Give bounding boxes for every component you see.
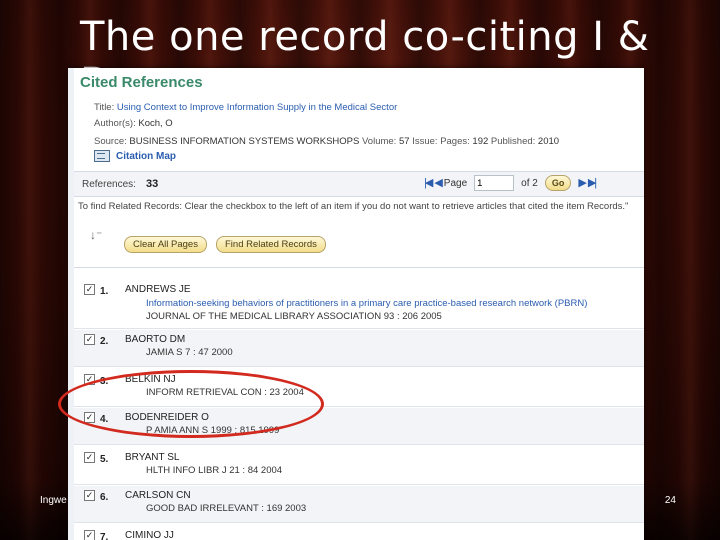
published-label: Published: [490, 136, 536, 147]
authors-value: Koch, O [138, 118, 173, 129]
reference-checkbox[interactable]: ✓ [84, 452, 95, 463]
cited-references-screenshot: Cited References Title: Using Context to… [68, 68, 644, 540]
reference-checkbox[interactable]: ✓ [84, 284, 95, 295]
slide-page-number: 24 [664, 495, 676, 506]
reference-author: BELKIN NJ [125, 374, 176, 385]
record-title-row: Title: Using Context to Improve Informat… [94, 102, 397, 113]
find-related-records-button[interactable]: Find Related Records [216, 236, 326, 253]
volume-label: Volume: [362, 136, 397, 147]
clear-all-pages-button[interactable]: Clear All Pages [124, 236, 207, 253]
title-link[interactable]: Using Context to Improve Information Sup… [117, 102, 397, 113]
first-page-icon[interactable]: |◀ [424, 175, 433, 191]
go-button[interactable]: Go [544, 175, 572, 191]
source-label: Source: [94, 136, 127, 147]
footer-author: Ingwe [40, 495, 67, 506]
title-label: Title: [94, 102, 115, 113]
reference-row: ✓ 4. BODENREIDER O P AMIA ANN S 1999 : 8… [74, 408, 644, 445]
reference-number: 5. [100, 454, 109, 465]
source-value: BUSINESS INFORMATION SYSTEMS WORKSHOPS [129, 136, 360, 147]
cited-references-heading: Cited References [80, 74, 203, 91]
reference-author: CARLSON CN [125, 490, 191, 501]
reference-source: INFORM RETRIEVAL CON : 23 2004 [146, 387, 304, 398]
authors-label: Author(s): [94, 118, 136, 129]
reference-source: JOURNAL OF THE MEDICAL LIBRARY ASSOCIATI… [146, 311, 442, 322]
pages-label: Pages: [440, 136, 470, 147]
references-count: 33 [146, 178, 159, 190]
reference-number: 3. [100, 376, 109, 387]
select-arrow-icon: ↓⁻ [90, 228, 103, 242]
prev-page-icon[interactable]: ◀ [434, 175, 443, 191]
pager: |◀ ◀ Page of 2 Go ▶ ▶| [424, 175, 597, 191]
record-author-row: Author(s): Koch, O [94, 118, 173, 129]
reference-source: HLTH INFO LIBR J 21 : 84 2004 [146, 465, 283, 476]
reference-row: ✓ 2. BAORTO DM JAMIA S 7 : 47 2000 [74, 330, 644, 367]
citation-map-link[interactable]: Citation Map [94, 150, 176, 162]
reference-row: ✓ 1. ANDREWS JE Information-seeking beha… [74, 280, 644, 329]
published-value: 2010 [537, 136, 560, 147]
pages-value: 192 [472, 136, 489, 147]
reference-author: ANDREWS JE [125, 284, 191, 295]
reference-checkbox[interactable]: ✓ [84, 374, 95, 385]
reference-number: 6. [100, 492, 109, 503]
volume-value: 57 [398, 136, 410, 147]
reference-checkbox[interactable]: ✓ [84, 530, 95, 540]
reference-row: ✓ 3. BELKIN NJ INFORM RETRIEVAL CON : 23… [74, 370, 644, 407]
reference-checkbox[interactable]: ✓ [84, 412, 95, 423]
citation-map-label: Citation Map [116, 150, 176, 162]
reference-author: BRYANT SL [125, 452, 180, 463]
page-number-input[interactable] [474, 175, 515, 191]
reference-author: BAORTO DM [125, 334, 186, 345]
page-label: Page [443, 177, 468, 189]
list-divider [74, 267, 644, 268]
reference-row: ✓ 6. CARLSON CN GOOD BAD IRRELEVANT : 16… [74, 486, 644, 523]
reference-row: ✓ 5. BRYANT SL HLTH INFO LIBR J 21 : 84 … [74, 448, 644, 485]
related-records-instructions: To find Related Records: Clear the check… [78, 201, 629, 212]
issue-label: Issue: [412, 136, 438, 147]
reference-number: 4. [100, 414, 109, 425]
references-label: References: [82, 179, 136, 190]
reference-row: ✓ 7. CIMINO JJ [74, 526, 644, 540]
page-total-label: of 2 [521, 177, 538, 189]
reference-source: JAMIA S 7 : 47 2000 [146, 347, 233, 358]
last-page-icon[interactable]: ▶| [588, 175, 597, 191]
reference-author: CIMINO JJ [125, 530, 174, 540]
citation-map-icon [94, 150, 110, 162]
reference-checkbox[interactable]: ✓ [84, 490, 95, 501]
reference-source: GOOD BAD IRRELEVANT : 169 2003 [146, 503, 307, 514]
references-toolbar: References: 33 |◀ ◀ Page of 2 Go ▶ ▶| [74, 171, 644, 197]
reference-number: 1. [100, 286, 109, 297]
record-source-row: Source: BUSINESS INFORMATION SYSTEMS WOR… [94, 136, 559, 147]
reference-source: P AMIA ANN S 1999 : 815 1999 [146, 425, 280, 436]
reference-number: 7. [100, 532, 109, 540]
reference-author: BODENREIDER O [125, 412, 209, 423]
next-page-icon[interactable]: ▶ [578, 175, 587, 191]
reference-checkbox[interactable]: ✓ [84, 334, 95, 345]
reference-number: 2. [100, 336, 109, 347]
reference-title-link[interactable]: Information-seeking behaviors of practit… [146, 298, 587, 309]
